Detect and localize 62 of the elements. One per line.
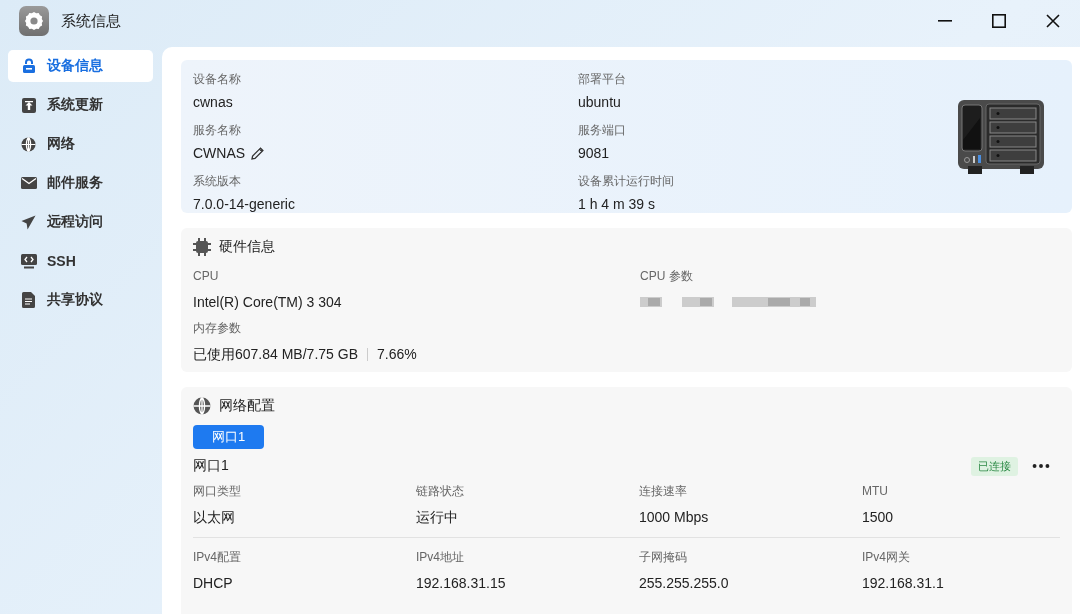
field-value: 192.168.31.15: [416, 574, 506, 592]
section-title: 硬件信息: [219, 238, 275, 256]
sidebar-item[interactable]: SSH: [8, 245, 153, 277]
field-label: 系统版本: [193, 173, 242, 189]
pencil-icon[interactable]: [251, 146, 265, 160]
field-label: 链路状态: [416, 483, 465, 499]
port-name: 网口1: [193, 457, 230, 475]
minimize-icon: [938, 20, 952, 22]
nas-device-icon: [958, 99, 1044, 174]
sidebar-item[interactable]: 邮件服务: [8, 167, 153, 199]
sidebar-item[interactable]: 共享协议: [8, 284, 153, 316]
field-value: DHCP: [193, 574, 233, 592]
field-value: 以太网: [193, 508, 235, 526]
field-label: CPU: [193, 268, 220, 284]
sidebar-item[interactable]: 设备信息: [8, 50, 153, 82]
field-label: 服务端口: [578, 122, 627, 138]
maximize-icon: [992, 14, 1006, 28]
field-label: MTU: [862, 483, 889, 499]
field-label: CPU 参数: [640, 268, 694, 284]
send-icon: [21, 214, 36, 230]
chip-icon: [193, 238, 211, 256]
field-label: IPv4配置: [193, 549, 242, 565]
sidebar-item[interactable]: 网络: [8, 128, 153, 160]
field-label: 设备累计运行时间: [578, 173, 675, 189]
section-title: 网络配置: [219, 397, 275, 415]
field-label: 内存参数: [193, 320, 242, 336]
close-icon: [1046, 14, 1060, 28]
sidebar-item[interactable]: 系统更新: [8, 89, 153, 121]
field-label: 子网掩码: [639, 549, 688, 565]
field-value: 255.255.255.0: [639, 574, 729, 592]
field-value: 已使用607.84 MB/7.75 GB: [193, 345, 358, 363]
field-value: 7.0.0-14-generic: [193, 195, 295, 213]
field-label: IPv4地址: [416, 549, 465, 565]
usage-percent: 7.66%: [376, 345, 417, 363]
mail-icon: [20, 177, 37, 189]
status-badge: 已连接: [971, 456, 1018, 476]
field-value: Intel(R) Core(TM) 3 304: [193, 293, 342, 311]
field-label: 网口类型: [193, 483, 242, 499]
field-value: 1000 Mbps: [639, 508, 709, 526]
window-title: 系统信息: [61, 11, 122, 31]
field-label: 部署平台: [578, 71, 627, 87]
field-value: ubuntu: [578, 93, 621, 111]
field-label: 设备名称: [193, 71, 242, 87]
document-icon: [22, 292, 35, 308]
field-value: cwnas: [193, 93, 233, 111]
field-value: 1 h 4 m 39 s: [578, 195, 656, 213]
field-label: IPv4网关: [862, 549, 911, 565]
lock-icon: [20, 58, 37, 74]
field-value: 1500: [862, 508, 894, 526]
field-value: 运行中: [416, 508, 458, 526]
field-label: 连接速率: [639, 483, 688, 499]
field-value: 192.168.31.1: [862, 574, 944, 592]
port-tab[interactable]: 网口1: [193, 425, 265, 449]
terminal-icon: [20, 253, 37, 269]
globe-icon: [21, 136, 36, 152]
upload-icon: [21, 97, 36, 113]
sidebar-item[interactable]: 远程访问: [8, 206, 153, 238]
globe-icon: [193, 397, 211, 415]
settings-app-icon: [19, 6, 49, 36]
field-value: 9081: [578, 144, 610, 162]
field-value: CWNAS: [193, 144, 246, 162]
field-label: 服务名称: [193, 122, 242, 138]
